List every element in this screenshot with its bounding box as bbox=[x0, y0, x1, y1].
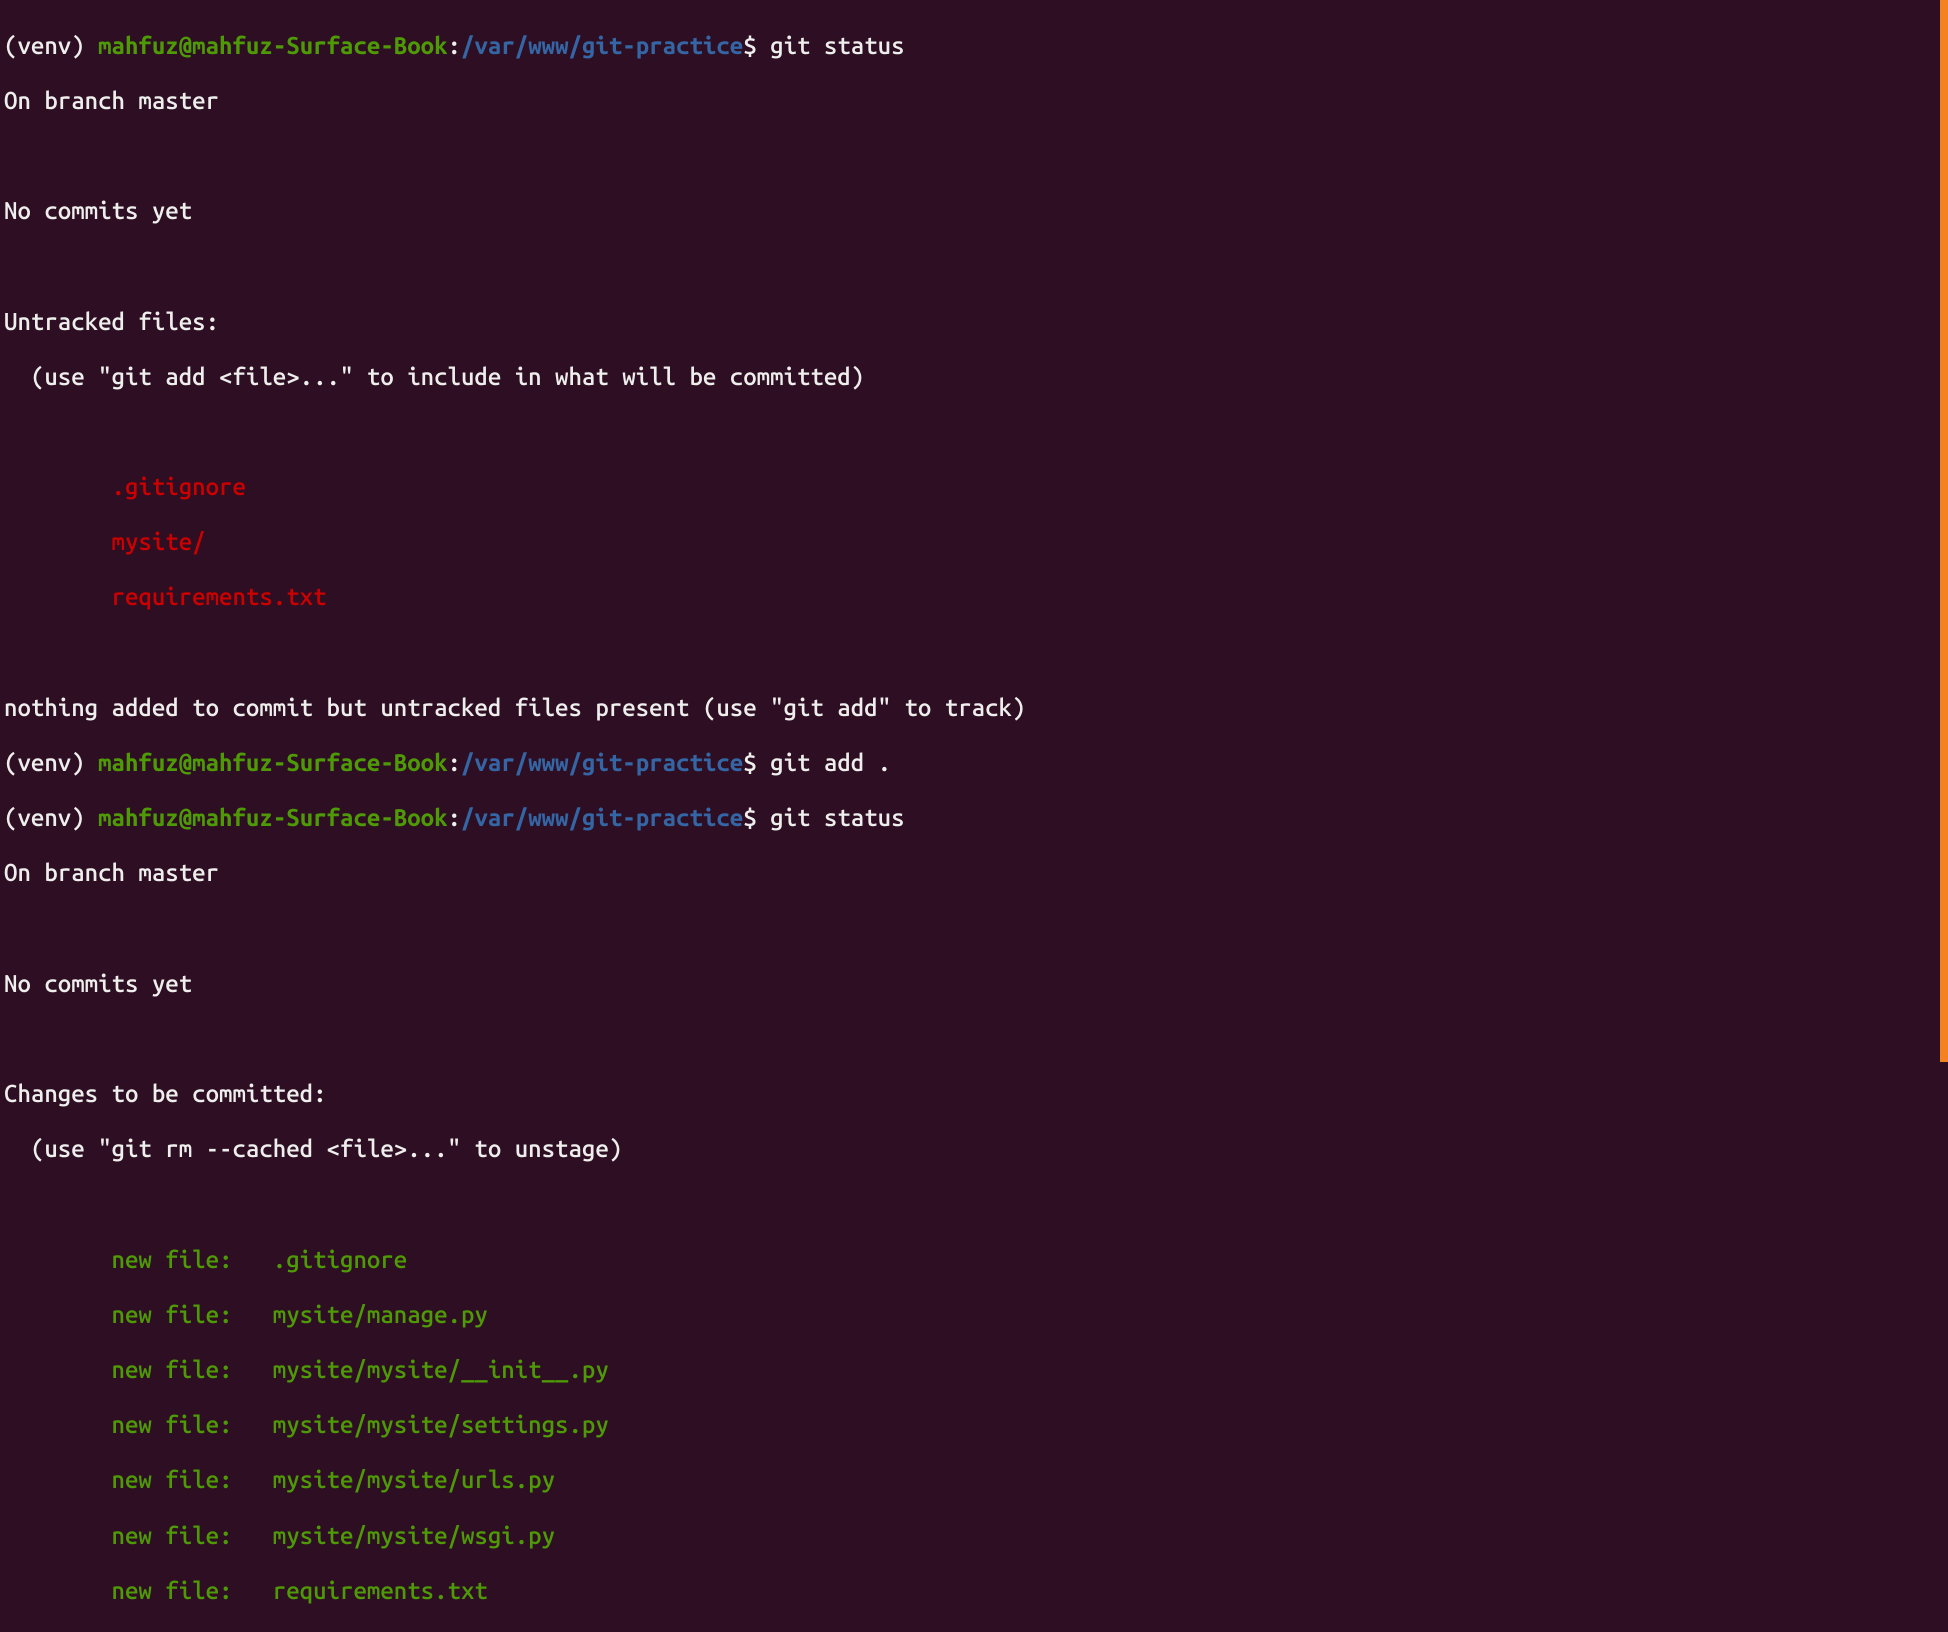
command-3: git status bbox=[770, 804, 904, 831]
prompt-env: (venv) bbox=[4, 749, 98, 776]
output-no-commits-1: No commits yet bbox=[4, 197, 1948, 225]
output-untracked-hint: (use "git add <file>..." to include in w… bbox=[4, 363, 1948, 391]
staged-file-wsgi: new file: mysite/mysite/wsgi.py bbox=[4, 1522, 1948, 1550]
untracked-file-gitignore: .gitignore bbox=[4, 473, 1948, 501]
prompt-path: /var/www/git-practice bbox=[461, 32, 743, 59]
staged-file-settings: new file: mysite/mysite/settings.py bbox=[4, 1411, 1948, 1439]
empty-line bbox=[4, 639, 1948, 667]
output-changes-header: Changes to be committed: bbox=[4, 1080, 1948, 1108]
prompt-dollar: $ bbox=[743, 804, 770, 831]
prompt-path: /var/www/git-practice bbox=[461, 804, 743, 831]
prompt-user-host: mahfuz@mahfuz-Surface-Book bbox=[98, 32, 447, 59]
prompt-user-host: mahfuz@mahfuz-Surface-Book bbox=[98, 804, 447, 831]
untracked-file-requirements: requirements.txt bbox=[4, 583, 1948, 611]
prompt-env: (venv) bbox=[4, 804, 98, 831]
output-no-commits-2: No commits yet bbox=[4, 970, 1948, 998]
staged-file-gitignore: new file: .gitignore bbox=[4, 1246, 1948, 1274]
empty-line bbox=[4, 142, 1948, 170]
empty-line bbox=[4, 1025, 1948, 1053]
output-changes-hint: (use "git rm --cached <file>..." to unst… bbox=[4, 1135, 1948, 1163]
terminal-output[interactable]: (venv) mahfuz@mahfuz-Surface-Book:/var/w… bbox=[4, 4, 1948, 1632]
prompt-colon: : bbox=[448, 804, 461, 831]
prompt-colon: : bbox=[448, 749, 461, 776]
staged-file-manage: new file: mysite/manage.py bbox=[4, 1301, 1948, 1329]
empty-line bbox=[4, 1191, 1948, 1219]
empty-line bbox=[4, 418, 1948, 446]
command-2: git add . bbox=[770, 749, 891, 776]
output-nothing-added: nothing added to commit but untracked fi… bbox=[4, 694, 1948, 722]
prompt-dollar: $ bbox=[743, 32, 770, 59]
staged-file-urls: new file: mysite/mysite/urls.py bbox=[4, 1466, 1948, 1494]
staged-file-init: new file: mysite/mysite/__init__.py bbox=[4, 1356, 1948, 1384]
prompt-user-host: mahfuz@mahfuz-Surface-Book bbox=[98, 749, 447, 776]
scrollbar[interactable] bbox=[1940, 0, 1948, 1062]
prompt-env: (venv) bbox=[4, 32, 98, 59]
prompt-line-1: (venv) mahfuz@mahfuz-Surface-Book:/var/w… bbox=[4, 32, 1948, 60]
output-branch-1: On branch master bbox=[4, 87, 1948, 115]
prompt-line-3: (venv) mahfuz@mahfuz-Surface-Book:/var/w… bbox=[4, 804, 1948, 832]
output-untracked-header: Untracked files: bbox=[4, 308, 1948, 336]
output-branch-2: On branch master bbox=[4, 859, 1948, 887]
empty-line bbox=[4, 915, 1948, 943]
prompt-dollar: $ bbox=[743, 749, 770, 776]
empty-line bbox=[4, 252, 1948, 280]
prompt-line-2: (venv) mahfuz@mahfuz-Surface-Book:/var/w… bbox=[4, 749, 1948, 777]
command-1: git status bbox=[770, 32, 904, 59]
prompt-path: /var/www/git-practice bbox=[461, 749, 743, 776]
staged-file-requirements: new file: requirements.txt bbox=[4, 1577, 1948, 1605]
prompt-colon: : bbox=[448, 32, 461, 59]
untracked-file-mysite: mysite/ bbox=[4, 528, 1948, 556]
